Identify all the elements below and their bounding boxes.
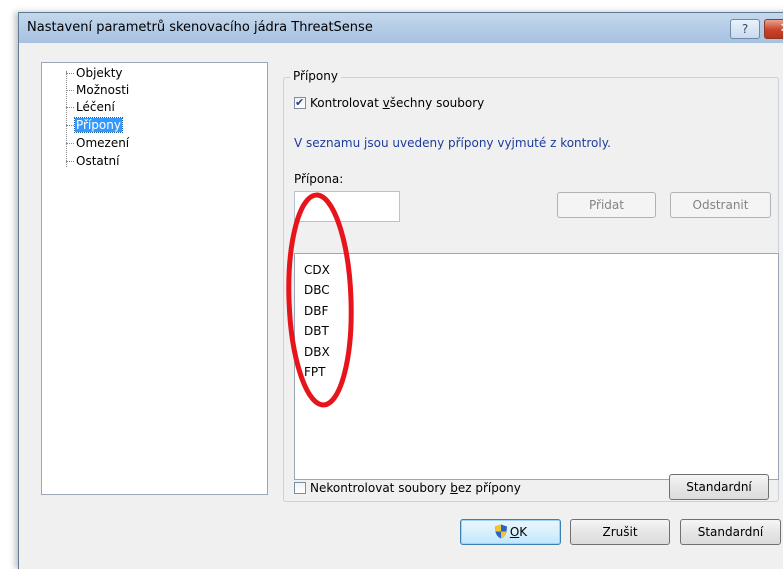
check-all-pre: Kontrolovat bbox=[310, 96, 383, 110]
tree-item-leceni[interactable]: Léčení bbox=[66, 99, 116, 116]
close-button[interactable]: ✕ bbox=[764, 19, 783, 39]
add-button[interactable]: Přidat bbox=[557, 192, 656, 218]
dialog-window: Nastavení parametrů skenovacího jádra Th… bbox=[18, 12, 783, 569]
dialog-client-area: Objekty Možnosti Léčení Přípony Omezení … bbox=[19, 43, 783, 569]
skip-no-extension-checkbox[interactable]: Nekontrolovat soubory bez přípony bbox=[294, 480, 521, 496]
groupbox-legend: Přípony bbox=[290, 69, 341, 83]
checkbox-box[interactable] bbox=[294, 95, 306, 111]
no-ext-post: ez přípony bbox=[457, 481, 521, 495]
tree-item-pripony[interactable]: Přípony bbox=[66, 117, 123, 134]
help-button[interactable]: ? bbox=[730, 19, 760, 39]
list-item[interactable]: DBX bbox=[304, 342, 330, 362]
extension-label: Přípona: bbox=[294, 172, 344, 186]
tree-item-label: Ostatní bbox=[76, 154, 120, 168]
check-all-accel: v bbox=[382, 96, 390, 110]
list-item[interactable]: DBT bbox=[304, 321, 329, 341]
no-ext-pre: Nekontrolovat soubory bbox=[310, 481, 451, 495]
tree-item-label: Omezení bbox=[76, 136, 130, 150]
extension-input[interactable] bbox=[294, 191, 400, 222]
info-text: V seznamu jsou uvedeny přípony vyjmuté z… bbox=[294, 136, 611, 150]
ok-accel: O bbox=[509, 525, 520, 539]
tree-item-objekty[interactable]: Objekty bbox=[66, 65, 124, 82]
list-item[interactable]: FPT bbox=[304, 362, 325, 382]
tree-item-ostatni[interactable]: Ostatní bbox=[66, 153, 120, 170]
list-item[interactable]: DBC bbox=[304, 280, 330, 300]
group-default-button[interactable]: Standardní bbox=[669, 474, 769, 500]
list-item[interactable]: DBF bbox=[304, 301, 328, 321]
list-item[interactable]: CDX bbox=[304, 260, 330, 280]
settings-tree[interactable]: Objekty Možnosti Léčení Přípony Omezení … bbox=[41, 62, 268, 495]
checkbox-box[interactable] bbox=[294, 482, 306, 494]
extension-list[interactable]: CDX DBC DBF DBT DBX FPT bbox=[294, 253, 779, 480]
no-ext-accel: b bbox=[450, 481, 458, 495]
title-bar: Nastavení parametrů skenovacího jádra Th… bbox=[19, 13, 783, 43]
cancel-button[interactable]: Zrušit bbox=[570, 519, 670, 545]
ok-button[interactable]: OK bbox=[460, 519, 561, 545]
footer-default-button[interactable]: Standardní bbox=[680, 519, 781, 545]
remove-button[interactable]: Odstranit bbox=[670, 192, 771, 218]
ok-rest: K bbox=[519, 525, 528, 539]
shield-icon bbox=[494, 524, 507, 539]
check-all-post: šechny soubory bbox=[389, 96, 485, 110]
tree-item-label: Léčení bbox=[76, 100, 115, 114]
tree-item-label: Přípony bbox=[74, 117, 123, 133]
check-all-files-checkbox[interactable]: Kontrolovat všechny soubory bbox=[294, 95, 484, 111]
tree-item-moznosti[interactable]: Možnosti bbox=[66, 82, 130, 99]
window-title: Nastavení parametrů skenovacího jádra Th… bbox=[27, 20, 373, 35]
tree-item-label: Možnosti bbox=[76, 83, 130, 97]
tree-item-label: Objekty bbox=[76, 66, 123, 80]
tree-item-omezeni[interactable]: Omezení bbox=[66, 135, 130, 152]
